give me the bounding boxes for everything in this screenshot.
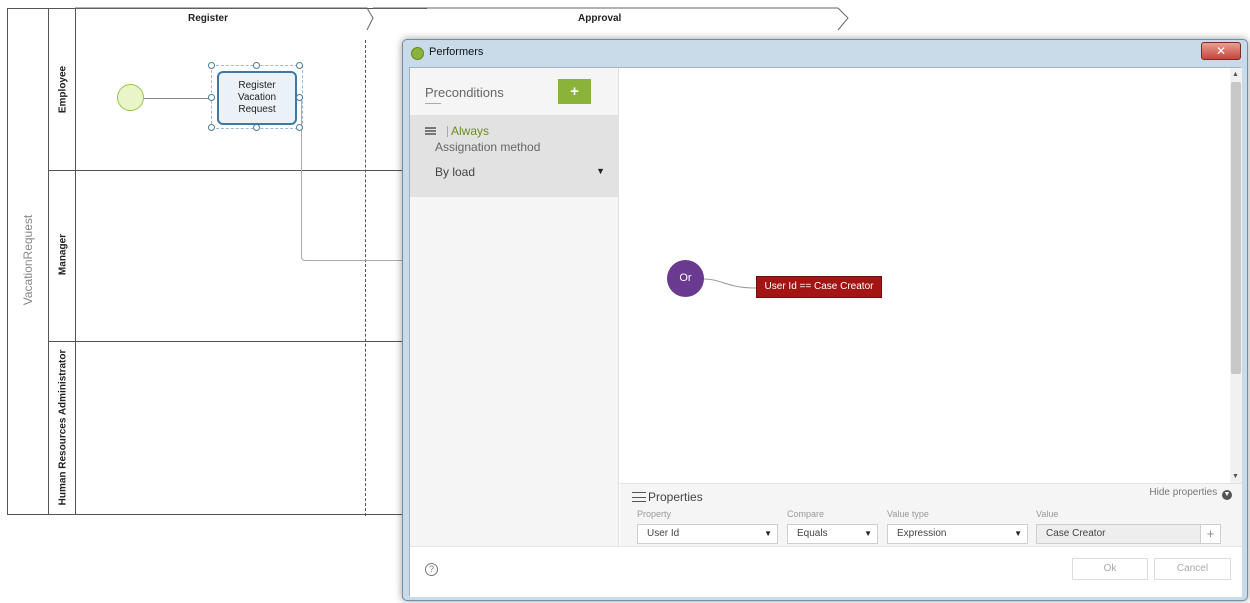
property-select-value: User Id bbox=[647, 528, 680, 539]
value-column-label: Value bbox=[1036, 509, 1059, 519]
performers-dialog: Performers ✕ Preconditions + Always Assi… bbox=[402, 39, 1248, 601]
dialog-footer: ? Ok Cancel bbox=[410, 546, 1242, 597]
resize-handle[interactable] bbox=[208, 94, 215, 101]
add-value-button[interactable]: + bbox=[1200, 525, 1220, 543]
resize-handle[interactable] bbox=[296, 62, 303, 69]
scroll-down-icon[interactable]: ▼ bbox=[1232, 473, 1239, 480]
value-field-text: Case Creator bbox=[1046, 528, 1106, 539]
property-column-label: Property bbox=[637, 509, 672, 519]
compare-select[interactable]: Equals ▼ bbox=[787, 524, 878, 544]
divider bbox=[447, 126, 448, 137]
hide-properties-link[interactable]: Hide properties ▼ bbox=[1149, 487, 1232, 500]
sequence-flow[interactable] bbox=[144, 98, 212, 99]
value-type-column-label: Value type bbox=[887, 509, 929, 519]
screen: VacationRequest Employee Manager Human R… bbox=[0, 0, 1250, 603]
help-icon[interactable]: ? bbox=[425, 563, 438, 576]
app-logo-icon bbox=[411, 47, 424, 60]
stage-register[interactable]: Register bbox=[188, 13, 228, 24]
stage-approval[interactable]: Approval bbox=[578, 13, 621, 24]
task-register-vacation-request[interactable]: Register Vacation Request bbox=[217, 71, 297, 125]
close-icon: ✕ bbox=[1215, 44, 1227, 58]
caret-down-icon: ▼ bbox=[764, 529, 772, 538]
resize-handle[interactable] bbox=[208, 124, 215, 131]
compare-column-label: Compare bbox=[787, 509, 825, 519]
start-event[interactable] bbox=[117, 84, 144, 111]
value-type-select[interactable]: Expression ▼ bbox=[887, 524, 1028, 544]
cancel-button[interactable]: Cancel bbox=[1154, 558, 1231, 580]
dialog-title: Performers bbox=[429, 46, 484, 58]
ok-button[interactable]: Ok bbox=[1072, 558, 1148, 580]
property-select[interactable]: User Id ▼ bbox=[637, 524, 778, 544]
vertical-scrollbar[interactable]: ▲ ▼ bbox=[1230, 68, 1242, 483]
compare-select-value: Equals bbox=[797, 528, 828, 539]
caret-down-icon: ▼ bbox=[864, 529, 872, 538]
resize-handle[interactable] bbox=[296, 94, 303, 101]
resize-handle[interactable] bbox=[253, 62, 260, 69]
scroll-up-icon[interactable]: ▲ bbox=[1232, 71, 1239, 78]
hide-properties-label: Hide properties bbox=[1149, 487, 1218, 498]
precondition-item[interactable]: Always Assignation method By load ▼ bbox=[410, 115, 619, 197]
caret-down-icon: ▼ bbox=[1014, 529, 1022, 538]
expression-canvas[interactable]: Or User Id == Case Creator bbox=[620, 68, 1230, 483]
properties-title: Properties bbox=[648, 490, 703, 504]
rule-node[interactable]: User Id == Case Creator bbox=[756, 276, 882, 298]
value-field[interactable]: Case Creator + bbox=[1036, 524, 1221, 544]
sequence-flow-to-approval[interactable] bbox=[301, 99, 402, 261]
node-connector bbox=[704, 278, 757, 289]
value-type-select-value: Expression bbox=[897, 528, 947, 539]
chevron-down-circle-icon: ▼ bbox=[1222, 490, 1232, 500]
precondition-name[interactable]: Always bbox=[451, 124, 489, 138]
properties-panel: Properties Hide properties ▼ Property Co… bbox=[620, 483, 1242, 546]
resize-handle[interactable] bbox=[253, 124, 260, 131]
assignation-method-label: Assignation method bbox=[435, 140, 541, 154]
sliders-icon bbox=[632, 492, 646, 502]
list-icon bbox=[425, 127, 436, 135]
dialog-titlebar[interactable]: Performers ✕ bbox=[403, 40, 1247, 66]
caret-down-icon: ▼ bbox=[596, 166, 605, 176]
add-precondition-button[interactable]: + bbox=[558, 79, 591, 104]
assignation-method-select[interactable]: By load ▼ bbox=[435, 165, 605, 183]
preconditions-underline bbox=[425, 103, 441, 104]
or-node[interactable]: Or bbox=[667, 260, 704, 297]
scrollbar-thumb[interactable] bbox=[1231, 82, 1241, 374]
resize-handle[interactable] bbox=[296, 124, 303, 131]
dialog-content: Preconditions + Always Assignation metho… bbox=[409, 67, 1242, 597]
assignation-method-value: By load bbox=[435, 165, 476, 179]
preconditions-title: Preconditions bbox=[425, 85, 504, 100]
preconditions-pane: Preconditions + Always Assignation metho… bbox=[410, 68, 619, 546]
close-button[interactable]: ✕ bbox=[1201, 42, 1241, 60]
resize-handle[interactable] bbox=[208, 62, 215, 69]
